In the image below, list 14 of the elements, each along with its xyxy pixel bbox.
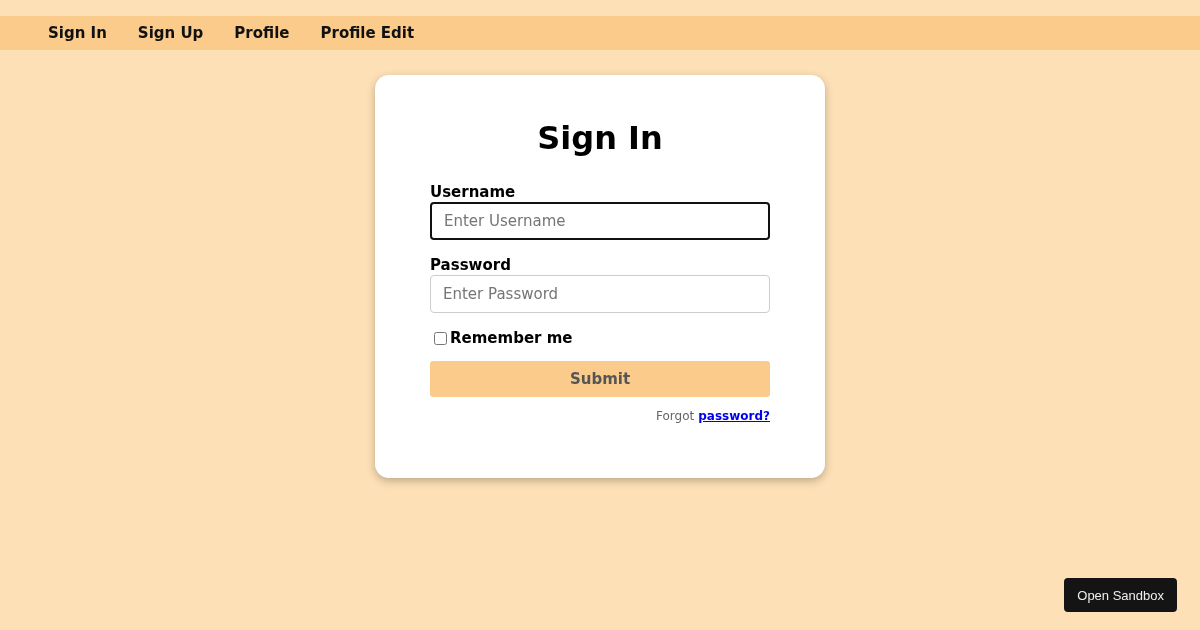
field-label: Password [430,256,512,274]
field-label: Username [430,183,517,201]
nav-link[interactable]: Sign Up [137,24,204,42]
nav-link[interactable]: Sign In [48,24,107,42]
input-field[interactable]: Enter Username [430,202,770,240]
nav-link[interactable]: Profile Edit [320,24,415,42]
submit-button[interactable]: Submit [430,361,770,397]
forgot-text: Forgot [656,409,695,423]
password-link[interactable]: password? [698,409,770,423]
checkbox-label: Remember me [450,329,573,347]
remember-checkbox[interactable] [434,331,447,345]
open-sandbox-button[interactable]: Open Sandbox [1064,578,1177,612]
nav-link[interactable]: Profile [234,24,290,42]
form-title: Sign In [536,119,664,157]
